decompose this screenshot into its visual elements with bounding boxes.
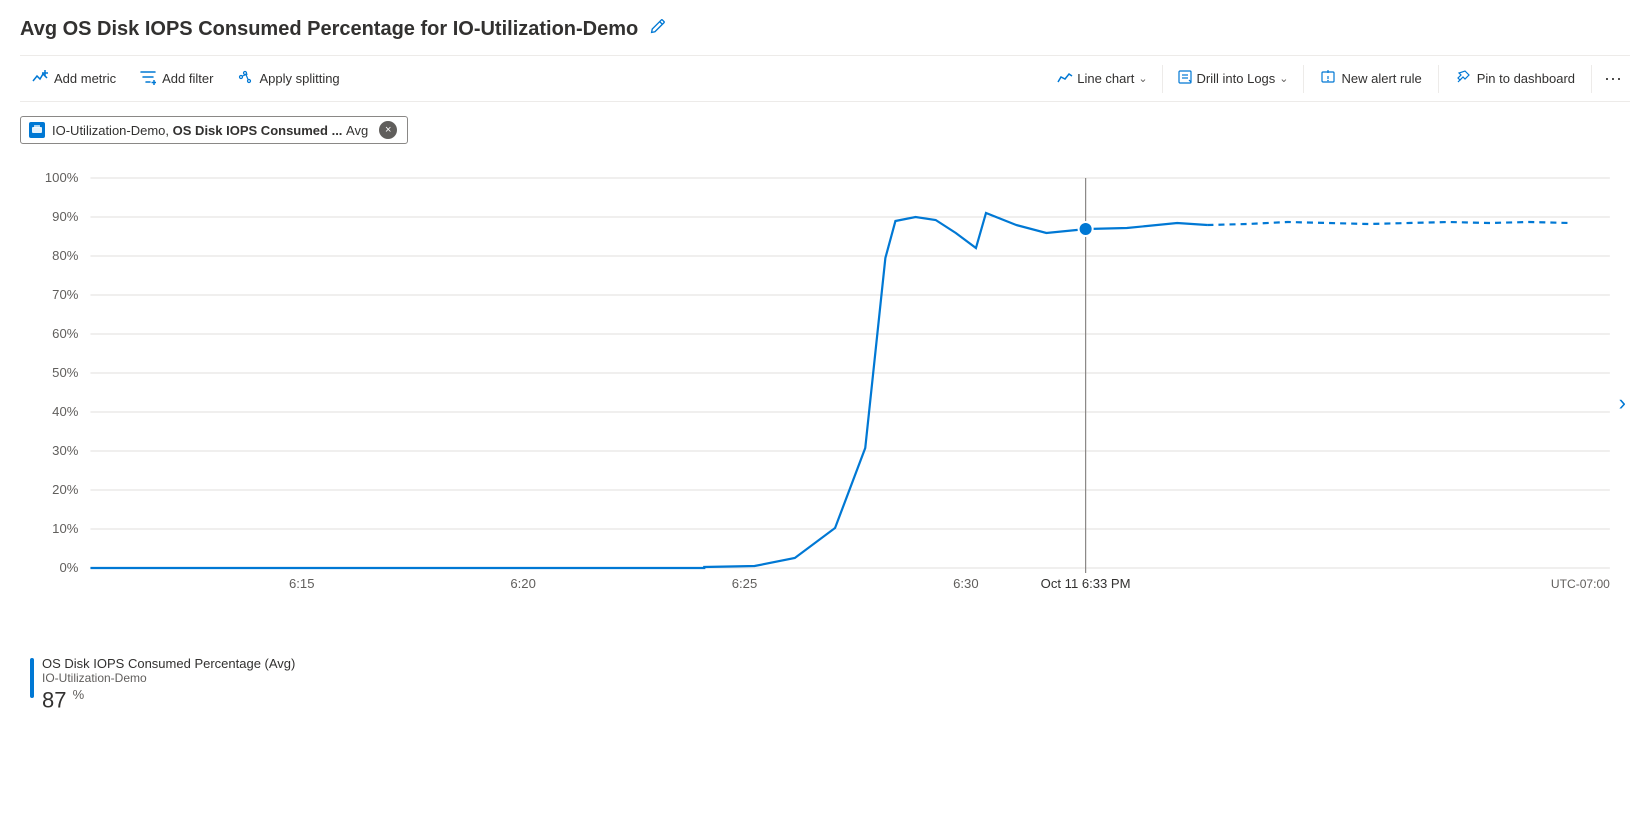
apply-splitting-button[interactable]: Apply splitting	[225, 63, 351, 95]
svg-text:6:20: 6:20	[510, 576, 535, 591]
line-chart-icon	[1057, 70, 1073, 87]
chart-svg: 100% 90% 80% 70% 60% 50% 40% 30% 20% 10%…	[20, 158, 1630, 598]
svg-text:30%: 30%	[52, 443, 79, 458]
legend-item: OS Disk IOPS Consumed Percentage (Avg) I…	[30, 656, 1630, 713]
line-chart-label: Line chart	[1077, 71, 1134, 86]
svg-text:70%: 70%	[52, 287, 79, 302]
line-chart-button[interactable]: Line chart ⌄	[1047, 64, 1157, 93]
add-metric-icon	[32, 69, 48, 89]
svg-text:40%: 40%	[52, 404, 79, 419]
add-filter-icon	[140, 69, 156, 89]
drill-into-logs-caret: ⌄	[1279, 72, 1288, 85]
svg-text:UTC-07:00: UTC-07:00	[1551, 577, 1610, 591]
legend-value: 87 %	[42, 687, 295, 713]
svg-text:6:30: 6:30	[953, 576, 978, 591]
metric-resource: IO-Utilization-Demo	[52, 123, 165, 138]
toolbar-divider-2	[1303, 65, 1304, 93]
title-row: Avg OS Disk IOPS Consumed Percentage for…	[20, 18, 1630, 41]
svg-text:Oct 11 6:33 PM: Oct 11 6:33 PM	[1041, 576, 1131, 591]
svg-text:60%: 60%	[52, 326, 79, 341]
add-metric-label: Add metric	[54, 71, 116, 86]
chart-area: 100% 90% 80% 70% 60% 50% 40% 30% 20% 10%…	[20, 158, 1630, 648]
legend-title: OS Disk IOPS Consumed Percentage (Avg)	[42, 656, 295, 671]
drill-into-logs-button[interactable]: Drill into Logs ⌄	[1167, 63, 1299, 94]
legend-subtitle: IO-Utilization-Demo	[42, 671, 295, 685]
resource-icon	[29, 122, 45, 138]
page-container: Avg OS Disk IOPS Consumed Percentage for…	[0, 0, 1650, 723]
add-metric-button[interactable]: Add metric	[20, 63, 128, 95]
toolbar-divider-4	[1591, 65, 1592, 93]
new-alert-rule-label: New alert rule	[1342, 71, 1422, 86]
metric-pill-text: IO-Utilization-Demo, OS Disk IOPS Consum…	[52, 123, 368, 138]
apply-splitting-label: Apply splitting	[259, 71, 339, 86]
metric-aggregation: Avg	[346, 123, 368, 138]
metric-pill-close-button[interactable]: ×	[379, 121, 397, 139]
drill-into-logs-icon	[1177, 69, 1193, 88]
metric-pill: IO-Utilization-Demo, OS Disk IOPS Consum…	[20, 116, 408, 144]
more-button[interactable]: ···	[1596, 62, 1630, 95]
svg-text:80%: 80%	[52, 248, 79, 263]
more-icon: ···	[1604, 68, 1622, 88]
svg-text:100%: 100%	[45, 170, 79, 185]
apply-splitting-icon	[237, 69, 253, 89]
legend-bar	[30, 658, 34, 698]
svg-text:90%: 90%	[52, 209, 79, 224]
pin-to-dashboard-icon	[1455, 69, 1471, 89]
new-alert-rule-icon	[1320, 69, 1336, 89]
toolbar: Add metric Add filter	[20, 55, 1630, 102]
toolbar-divider-1	[1162, 65, 1163, 93]
add-filter-button[interactable]: Add filter	[128, 63, 225, 95]
svg-text:6:15: 6:15	[289, 576, 314, 591]
chart-next-arrow[interactable]: ›	[1619, 390, 1626, 416]
line-chart-caret: ⌄	[1138, 72, 1147, 85]
new-alert-rule-button[interactable]: New alert rule	[1308, 63, 1434, 95]
svg-text:0%: 0%	[59, 560, 78, 575]
legend-unit: %	[73, 687, 85, 702]
metric-name: OS Disk IOPS Consumed ...	[173, 123, 343, 138]
svg-text:20%: 20%	[52, 482, 79, 497]
edit-icon[interactable]	[648, 18, 666, 41]
legend-area: OS Disk IOPS Consumed Percentage (Avg) I…	[20, 656, 1630, 713]
toolbar-divider-3	[1438, 65, 1439, 93]
page-title: Avg OS Disk IOPS Consumed Percentage for…	[20, 18, 638, 41]
svg-text:10%: 10%	[52, 521, 79, 536]
pin-to-dashboard-button[interactable]: Pin to dashboard	[1443, 63, 1587, 95]
legend-text-group: OS Disk IOPS Consumed Percentage (Avg) I…	[42, 656, 295, 713]
svg-text:50%: 50%	[52, 365, 79, 380]
pin-to-dashboard-label: Pin to dashboard	[1477, 71, 1575, 86]
drill-into-logs-label: Drill into Logs	[1197, 71, 1276, 86]
svg-text:6:25: 6:25	[732, 576, 757, 591]
add-filter-label: Add filter	[162, 71, 213, 86]
